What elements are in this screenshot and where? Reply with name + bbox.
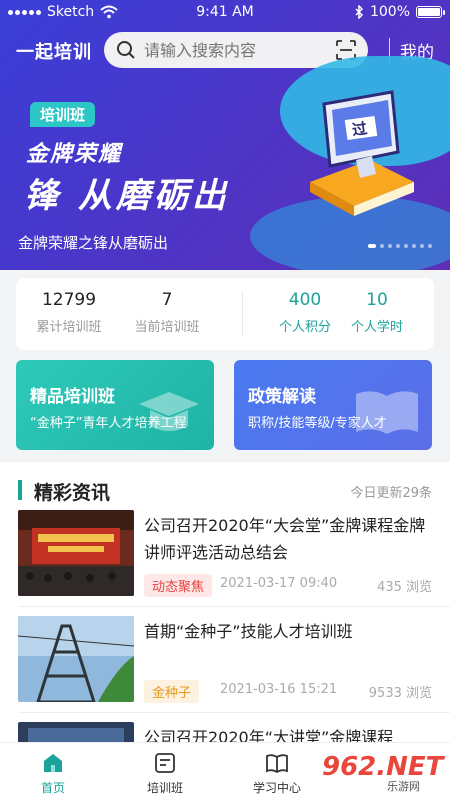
feature-card-policy[interactable]: 政策解读 职称/技能等级/专家人才: [234, 360, 432, 450]
pager-dot[interactable]: [412, 244, 416, 248]
tab-home[interactable]: 首页: [8, 751, 98, 796]
banner-tag: 培训班: [30, 102, 96, 127]
illustration-text: 过: [351, 119, 368, 139]
news-item[interactable]: 首期“金种子”技能人才培训班 金种子 2021-03-16 15:21 9533…: [0, 616, 450, 716]
stat-value: 7: [161, 290, 173, 310]
divider: [242, 292, 243, 336]
stat-label: 当前培训班: [134, 320, 200, 335]
class-list-icon: [155, 753, 175, 773]
banner-slogan-line2: 锋 从磨砺出: [24, 176, 230, 216]
banner-carousel[interactable]: 培训班 金牌荣耀 锋 从磨砺出 过 金牌荣耀之锋从磨砺出: [0, 56, 450, 270]
tab-label: 学习中心: [252, 781, 301, 795]
stat-study-hours[interactable]: 10 个人学时: [332, 290, 422, 335]
tab-classes[interactable]: 培训班: [120, 751, 210, 796]
card-title: 精品培训班: [30, 387, 115, 407]
news-views: 9533 浏览: [368, 686, 432, 701]
pager-dot[interactable]: [368, 244, 376, 248]
watermark-logo: 962.NET: [322, 752, 444, 782]
update-count: 今日更新29条: [350, 486, 432, 501]
home-icon: [44, 754, 62, 772]
card-title: 政策解读: [248, 387, 316, 407]
news-date: 2021-03-16 15:21: [220, 682, 338, 697]
news-thumbnail: [18, 510, 134, 596]
section-accent-bar: [18, 480, 22, 500]
search-input[interactable]: [144, 40, 324, 60]
pager-dot[interactable]: [420, 244, 424, 248]
pager-dot[interactable]: [396, 244, 400, 248]
news-section: 精彩资讯 今日更新29条 公司召开2020年“大会堂”金牌课程金牌讲师评选活动总…: [0, 462, 450, 752]
pager-dot[interactable]: [380, 244, 384, 248]
stat-current-classes[interactable]: 7 当前培训班: [122, 290, 212, 335]
watermark-text: 乐游网: [384, 778, 423, 794]
news-item[interactable]: 公司召开2020年“大会堂”金牌课程金牌讲师评选活动总结会 动态聚焦 2021-…: [0, 510, 450, 610]
computer-book-illustration: 过: [310, 90, 414, 216]
feature-card-premium-classes[interactable]: 精品培训班 “金种子”青年人才培养工程: [16, 360, 214, 450]
news-title: 首期“金种子”技能人才培训班: [144, 622, 353, 641]
pager-dot[interactable]: [428, 244, 432, 248]
divider: [18, 606, 450, 607]
section-title: 精彩资讯: [34, 482, 111, 504]
search-icon: [117, 41, 135, 59]
stats-panel: 12799 累计培训班 7 当前培训班 400 个人积分 10 个人学时: [16, 278, 434, 350]
header-area: Sketch 9:41 AM 100% 一起培训 请输入搜索内容 我的 培训班 …: [0, 0, 450, 270]
open-book-icon: [266, 754, 288, 774]
stat-value: 10: [366, 290, 388, 310]
news-tag: 动态聚焦: [144, 574, 213, 597]
pager-dot[interactable]: [388, 244, 392, 248]
news-views: 435 浏览: [377, 580, 432, 595]
stat-label: 个人学时: [350, 320, 403, 335]
tab-label: 培训班: [146, 781, 183, 795]
battery-icon: [416, 6, 445, 18]
stat-value: 12799: [41, 290, 97, 310]
bluetooth-icon: [355, 5, 364, 19]
app-title: 一起培训: [16, 42, 92, 63]
banner-slogan-line1: 金牌荣耀: [26, 142, 123, 167]
status-bar: Sketch 9:41 AM 100%: [0, 0, 450, 26]
banner-caption: 金牌荣耀之锋从磨砺出: [18, 234, 169, 252]
stat-total-classes[interactable]: 12799 累计培训班: [24, 290, 114, 335]
tab-label: 首页: [40, 781, 65, 795]
tab-learning-center[interactable]: 学习中心: [232, 751, 322, 796]
news-date: 2021-03-17 09:40: [220, 576, 338, 591]
card-subtitle: “金种子”青年人才培养工程: [30, 416, 187, 431]
battery-label: 100%: [369, 4, 410, 20]
pager-dot[interactable]: [404, 244, 408, 248]
stat-label: 累计培训班: [36, 320, 102, 335]
news-tag: 金种子: [144, 680, 200, 703]
banner-pager: [368, 244, 432, 248]
card-subtitle: 职称/技能等级/专家人才: [248, 416, 387, 431]
divider: [18, 712, 450, 713]
news-thumbnail: [18, 616, 134, 702]
news-title: 公司召开2020年“大会堂”金牌课程金牌讲师评选活动总结会: [144, 516, 426, 562]
